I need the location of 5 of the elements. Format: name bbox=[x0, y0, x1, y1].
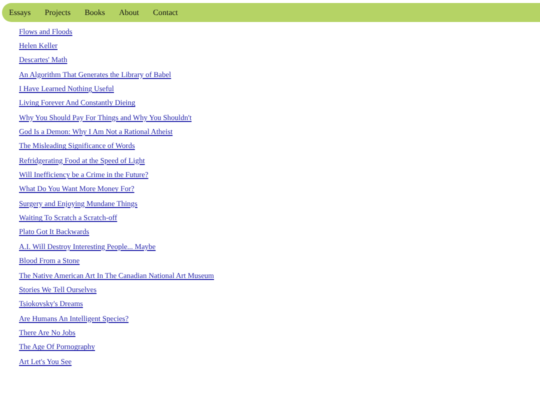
nav-link[interactable]: Projects bbox=[44, 8, 71, 17]
nav-link[interactable]: Books bbox=[84, 8, 106, 17]
nav-link[interactable]: Contact bbox=[153, 8, 178, 17]
nav-link[interactable]: Essays bbox=[9, 8, 31, 17]
nav-link[interactable]: About bbox=[119, 8, 140, 17]
